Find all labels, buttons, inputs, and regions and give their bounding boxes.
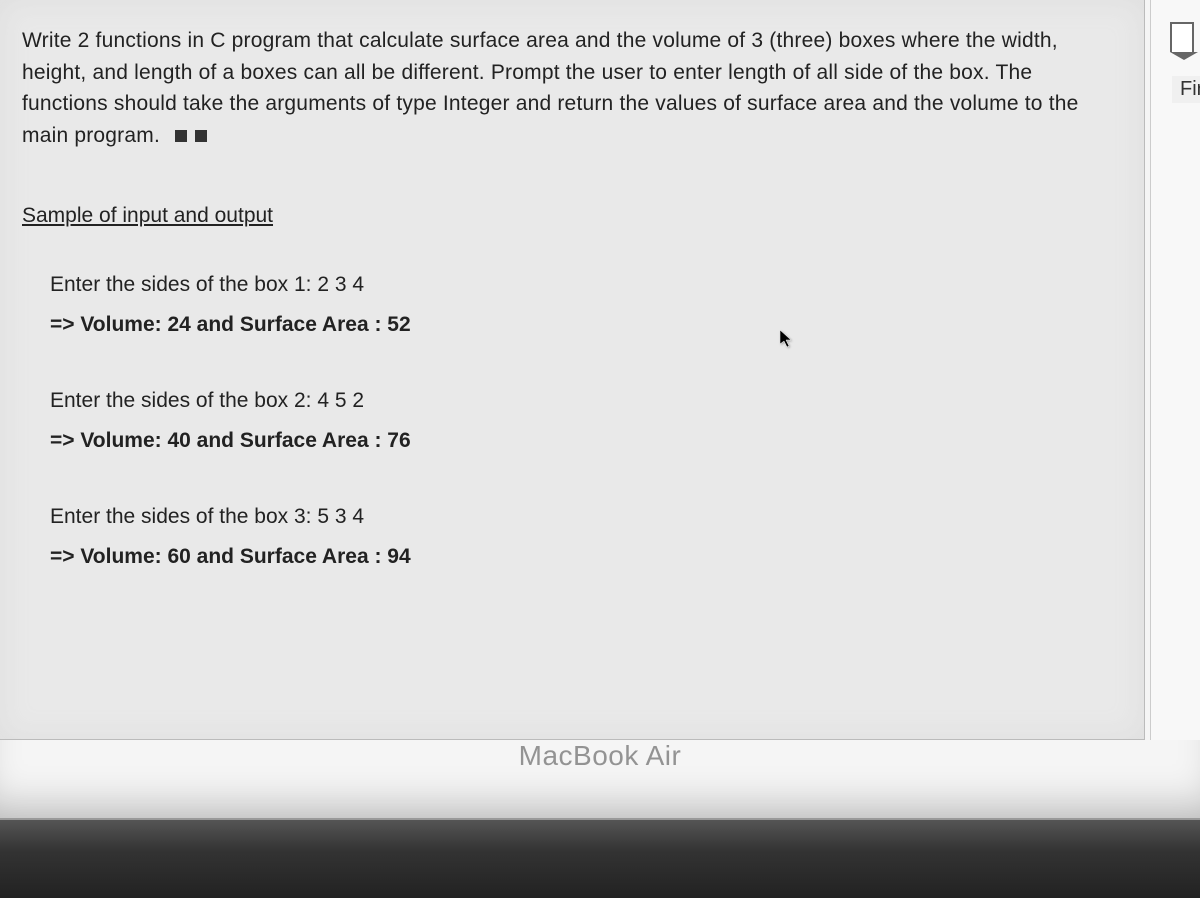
sample-input: Enter the sides of the box 1: 2 3 4 <box>50 269 1124 301</box>
square-icon <box>195 130 207 142</box>
sample-input: Enter the sides of the box 3: 5 3 4 <box>50 501 1124 533</box>
screen-area: Write 2 functions in C program that calc… <box>0 0 1200 820</box>
problem-statement: Write 2 functions in C program that calc… <box>22 25 1124 152</box>
sample-block-1: Enter the sides of the box 1: 2 3 4 => V… <box>50 269 1124 340</box>
sample-input: Enter the sides of the box 2: 4 5 2 <box>50 385 1124 417</box>
device-brand-label: MacBook Air <box>519 740 682 772</box>
sample-output: => Volume: 60 and Surface Area : 94 <box>50 541 1124 573</box>
sample-output: => Volume: 24 and Surface Area : 52 <box>50 309 1124 341</box>
mouse-cursor-icon <box>780 330 794 348</box>
square-icon <box>175 130 187 142</box>
bookmark-icon[interactable] <box>1170 22 1194 52</box>
sample-block-3: Enter the sides of the box 3: 5 3 4 => V… <box>50 501 1124 572</box>
sample-output: => Volume: 40 and Surface Area : 76 <box>50 425 1124 457</box>
laptop-bezel <box>0 820 1200 898</box>
redaction-squares <box>174 120 208 152</box>
right-sidebar: Fir <box>1150 0 1200 740</box>
sample-block-2: Enter the sides of the box 2: 4 5 2 => V… <box>50 385 1124 456</box>
partial-button-label[interactable]: Fir <box>1172 76 1200 103</box>
document-content: Write 2 functions in C program that calc… <box>0 0 1145 740</box>
sample-io-header: Sample of input and output <box>22 200 1124 232</box>
